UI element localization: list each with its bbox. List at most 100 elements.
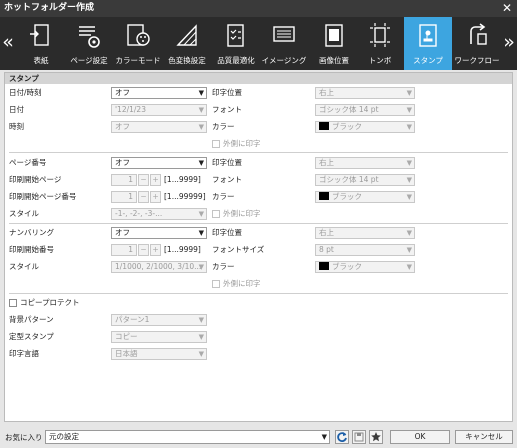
chevron-down-icon: ▼ (198, 210, 204, 218)
fixed-stamp-label: 定型スタンプ (9, 332, 54, 341)
page-number-value: オフ (115, 158, 130, 167)
tab-workflow[interactable]: ワークフロー (453, 17, 501, 70)
numbering-size-value: 8 pt (319, 245, 334, 254)
chevron-down-icon: ▼ (406, 263, 412, 271)
save-icon (354, 432, 364, 442)
start-page-number-range: [1...99999] (164, 192, 206, 201)
tab-label: 品質最適化 (217, 56, 255, 65)
date-format-value: '12/1/23 (115, 105, 146, 114)
ok-button[interactable]: OK (390, 430, 450, 444)
page-position-select[interactable]: 右上 ▼ (315, 157, 415, 169)
color-swatch (319, 122, 329, 130)
print-language-select[interactable]: 日本語 ▼ (111, 348, 207, 360)
start-page-number-plus-button[interactable]: + (150, 191, 161, 203)
page-style-select[interactable]: -1-, -2-, -3-... ▼ (111, 208, 207, 220)
tab-label: ワークフロー (454, 56, 500, 65)
start-number-plus-button[interactable]: + (150, 244, 161, 256)
close-icon[interactable]: ✕ (502, 0, 512, 17)
page-color-value: ブラック (332, 192, 362, 201)
page-style-label: スタイル (9, 209, 39, 218)
page-number-select[interactable]: オフ ▼ (111, 157, 207, 169)
favorites-value: 元の設定 (49, 432, 79, 441)
chevron-down-icon: ▼ (406, 193, 412, 201)
tab-image-position[interactable]: 画像位置 (311, 17, 357, 70)
datetime-outside-checkbox[interactable] (212, 140, 220, 148)
date-format-select[interactable]: '12/1/23 ▼ (111, 104, 207, 116)
start-page-number-input[interactable]: 1 (111, 191, 137, 203)
start-page-input[interactable]: 1 (111, 174, 137, 186)
numbering-size-select[interactable]: 8 pt ▼ (315, 244, 415, 256)
numbering-select[interactable]: オフ ▼ (111, 227, 207, 239)
numbering-outside-checkbox[interactable] (212, 280, 220, 288)
star-icon (371, 432, 381, 442)
cancel-button[interactable]: キャンセル (455, 430, 513, 444)
datetime-color-select[interactable]: ブラック ▼ (315, 121, 415, 133)
numbering-color-value: ブラック (332, 262, 362, 271)
tab-cover[interactable]: 表紙 (20, 17, 62, 70)
numbering-position-label: 印字位置 (212, 228, 242, 237)
scroll-right-icon[interactable]: » (501, 17, 517, 70)
background-pattern-select[interactable]: パターン1 ▼ (111, 314, 207, 326)
datetime-font-select[interactable]: ゴシック体 14 pt ▼ (315, 104, 415, 116)
numbering-style-select[interactable]: 1/1000, 2/1000, 3/10... ▼ (111, 261, 207, 273)
stamp-settings-panel: スタンプ 日付/時刻 オフ ▼ 日付 '12/1/23 ▼ 時刻 オフ ▼ 印字位置 … (4, 72, 513, 422)
chevron-down-icon: ▼ (198, 159, 204, 167)
refresh-button[interactable] (335, 430, 349, 444)
chevron-down-icon: ▼ (406, 123, 412, 131)
fixed-stamp-value: コピー (115, 332, 138, 341)
start-page-number-label: 印刷開始ページ番号 (9, 192, 77, 201)
start-page-plus-button[interactable]: + (150, 174, 161, 186)
tab-crop-marks[interactable]: トンボ (359, 17, 401, 70)
page-font-label: フォント (212, 175, 242, 184)
numbering-style-value: 1/1000, 2/1000, 3/10... (115, 262, 202, 271)
color-mode-icon (127, 24, 150, 46)
cover-icon (30, 24, 49, 46)
datetime-label: 日付/時刻 (9, 88, 42, 97)
favorites-label: お気に入り (5, 433, 43, 442)
tab-color-mode[interactable]: カラーモード (114, 17, 162, 70)
datetime-font-value: ゴシック体 14 pt (319, 105, 379, 114)
favorites-star-button[interactable] (369, 430, 383, 444)
date-label: 日付 (9, 105, 24, 114)
fixed-stamp-select[interactable]: コピー ▼ (111, 331, 207, 343)
tab-stamp[interactable]: スタンプ (404, 17, 452, 70)
tab-quality[interactable]: 品質最適化 (213, 17, 259, 70)
chevron-down-icon: ▼ (198, 89, 204, 97)
crop-marks-icon (370, 23, 390, 47)
page-number-label: ページ番号 (9, 158, 47, 167)
color-swatch (319, 192, 329, 200)
datetime-color-value: ブラック (332, 122, 362, 131)
window-title: ホットフォルダー作成 (4, 3, 95, 13)
tab-imaging[interactable]: イメージング (260, 17, 308, 70)
tab-label: 表紙 (33, 56, 49, 65)
title-bar: ホットフォルダー作成 ✕ (0, 0, 517, 17)
favorites-select[interactable]: 元の設定 ▼ (45, 430, 330, 444)
page-font-select[interactable]: ゴシック体 14 pt ▼ (315, 174, 415, 186)
start-page-minus-button[interactable]: − (138, 174, 149, 186)
page-outside-checkbox[interactable] (212, 210, 220, 218)
tab-color-conversion[interactable]: 色変換設定 (164, 17, 210, 70)
start-number-input[interactable]: 1 (111, 244, 137, 256)
copy-protect-checkbox[interactable] (9, 299, 17, 307)
tab-label: ページ設定 (70, 56, 108, 65)
tab-page-setup[interactable]: ページ設定 (66, 17, 112, 70)
page-color-select[interactable]: ブラック ▼ (315, 191, 415, 203)
numbering-color-select[interactable]: ブラック ▼ (315, 261, 415, 273)
datetime-select[interactable]: オフ ▼ (111, 87, 207, 99)
page-position-value: 右上 (319, 158, 334, 167)
scroll-left-icon[interactable]: « (0, 17, 16, 70)
tab-label: イメージング (261, 56, 307, 65)
divider (9, 152, 508, 153)
time-format-select[interactable]: オフ ▼ (111, 121, 207, 133)
save-favorite-button[interactable] (352, 430, 366, 444)
datetime-position-select[interactable]: 右上 ▼ (315, 87, 415, 99)
color-swatch (319, 262, 329, 270)
start-page-label: 印刷開始ページ (9, 175, 62, 184)
tab-label: トンボ (368, 56, 392, 65)
datetime-outside-label: 外側に印字 (223, 139, 261, 148)
start-page-number-minus-button[interactable]: − (138, 191, 149, 203)
time-label: 時刻 (9, 122, 24, 131)
start-number-minus-button[interactable]: − (138, 244, 149, 256)
footer-bar: お気に入り 元の設定 ▼ OK キャンセル (0, 427, 517, 448)
numbering-position-select[interactable]: 右上 ▼ (315, 227, 415, 239)
